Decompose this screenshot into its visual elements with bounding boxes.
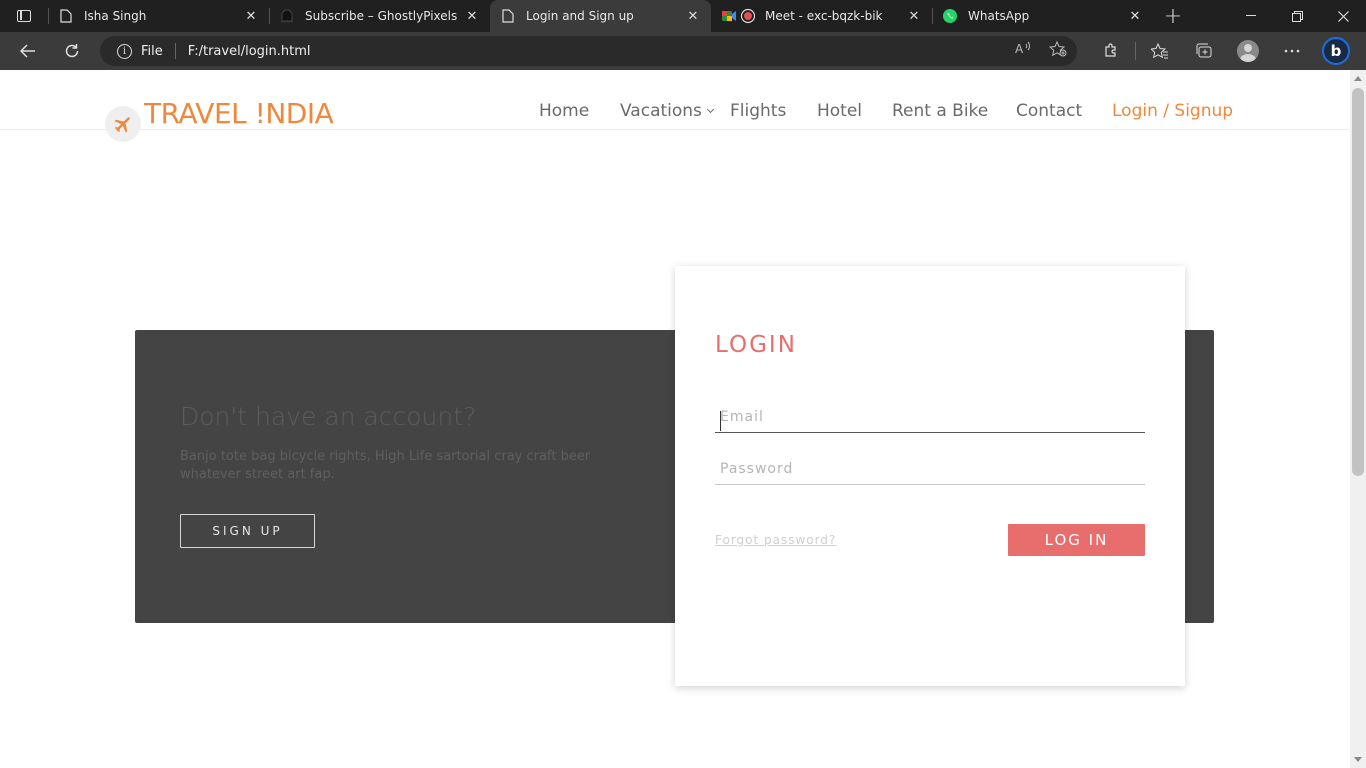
close-icon[interactable]: ✕ xyxy=(1127,9,1143,24)
address-url[interactable]: F:/travel/login.html xyxy=(188,44,311,59)
whatsapp-icon xyxy=(942,8,958,24)
nav-vacations-label: Vacations xyxy=(620,101,702,121)
site-scheme-label: File xyxy=(141,43,163,59)
browser-tab-strip: Isha Singh ✕ Subscribe – GhostlyPixels ✕… xyxy=(0,0,1366,32)
ghost-icon xyxy=(279,8,295,24)
chevron-down-icon xyxy=(706,105,714,114)
scrollbar-thumb[interactable] xyxy=(1352,88,1364,476)
web-page: TRAVEL !NDIA Home Vacations Flights Hote… xyxy=(0,70,1350,768)
password-field[interactable] xyxy=(715,453,1145,485)
page-icon xyxy=(500,8,516,24)
avatar xyxy=(1237,40,1259,62)
tab-title: Isha Singh xyxy=(84,9,147,23)
new-tab-button[interactable]: + xyxy=(1153,0,1193,32)
page-icon xyxy=(58,8,74,24)
nav-vacations[interactable]: Vacations xyxy=(620,101,714,121)
bing-copilot-button[interactable]: b xyxy=(1314,35,1358,67)
site-logo[interactable]: TRAVEL !NDIA xyxy=(144,97,334,130)
tab-login-and-sign-up[interactable]: Login and Sign up ✕ xyxy=(490,0,711,32)
read-aloud-icon[interactable]: A xyxy=(1015,41,1031,61)
nav-home[interactable]: Home xyxy=(539,101,589,121)
nav-rent-a-bike[interactable]: Rent a Bike xyxy=(892,101,988,121)
tab-ghostlypixels[interactable]: Subscribe – GhostlyPixels ✕ xyxy=(269,0,490,32)
nav-flights[interactable]: Flights xyxy=(730,101,786,121)
login-card: LOGIN Forgot password? LOG IN xyxy=(675,266,1185,686)
more-options-icon[interactable] xyxy=(1270,35,1314,67)
address-bar[interactable]: i File F:/travel/login.html A xyxy=(100,36,1077,66)
tab-title: Login and Sign up xyxy=(526,9,634,23)
sign-up-button[interactable]: SIGN UP xyxy=(180,514,315,548)
close-icon[interactable]: ✕ xyxy=(464,9,480,24)
svg-text:A: A xyxy=(1015,42,1024,55)
toolbar-divider xyxy=(1135,42,1136,60)
add-favorite-icon[interactable] xyxy=(1048,40,1067,61)
logo-badge[interactable] xyxy=(105,106,141,142)
page-scrollbar[interactable] xyxy=(1350,70,1366,768)
meet-icon xyxy=(721,8,755,24)
forgot-password-link[interactable]: Forgot password? xyxy=(715,533,836,547)
back-icon[interactable] xyxy=(8,35,48,67)
restore-icon[interactable] xyxy=(1274,0,1320,32)
close-window-icon[interactable] xyxy=(1320,0,1366,32)
browser-toolbar: i File F:/travel/login.html A b xyxy=(0,32,1366,70)
address-divider xyxy=(174,43,176,59)
profile-button[interactable] xyxy=(1226,35,1270,67)
close-icon[interactable]: ✕ xyxy=(906,9,922,24)
scroll-down-icon[interactable] xyxy=(1354,757,1362,762)
text-caret xyxy=(720,411,721,431)
nav-contact[interactable]: Contact xyxy=(1016,101,1082,121)
nav-login-signup[interactable]: Login / Signup xyxy=(1112,101,1233,121)
signup-description: Banjo tote bag bicycle rights, High Life… xyxy=(180,449,591,482)
tab-meet[interactable]: Meet - exc-bqzk-bik ✕ xyxy=(711,0,932,32)
email-field[interactable] xyxy=(715,401,1145,433)
close-icon[interactable]: ✕ xyxy=(243,9,259,24)
airplane-icon xyxy=(114,117,130,133)
nav-hotel[interactable]: Hotel xyxy=(817,101,862,121)
tab-title: WhatsApp xyxy=(968,9,1030,23)
bing-icon: b xyxy=(1322,37,1350,65)
log-in-button[interactable]: LOG IN xyxy=(1008,524,1145,556)
favorites-icon[interactable] xyxy=(1138,35,1182,67)
info-icon[interactable]: i xyxy=(117,43,132,59)
tab-title: Subscribe – GhostlyPixels xyxy=(305,9,458,23)
signup-heading: Don't have an account? xyxy=(180,402,477,431)
tab-isha-singh[interactable]: Isha Singh ✕ xyxy=(48,0,269,32)
tab-whatsapp[interactable]: WhatsApp ✕ xyxy=(932,0,1153,32)
tab-title: Meet - exc-bqzk-bik xyxy=(765,9,883,23)
reload-icon[interactable] xyxy=(52,35,92,67)
tab-actions-icon[interactable] xyxy=(0,0,48,32)
login-title: LOGIN xyxy=(715,332,797,358)
close-icon[interactable]: ✕ xyxy=(685,9,701,24)
scroll-up-icon[interactable] xyxy=(1354,76,1362,81)
minimize-icon[interactable] xyxy=(1228,0,1274,32)
collections-icon[interactable] xyxy=(1182,35,1226,67)
extensions-icon[interactable] xyxy=(1089,35,1133,67)
